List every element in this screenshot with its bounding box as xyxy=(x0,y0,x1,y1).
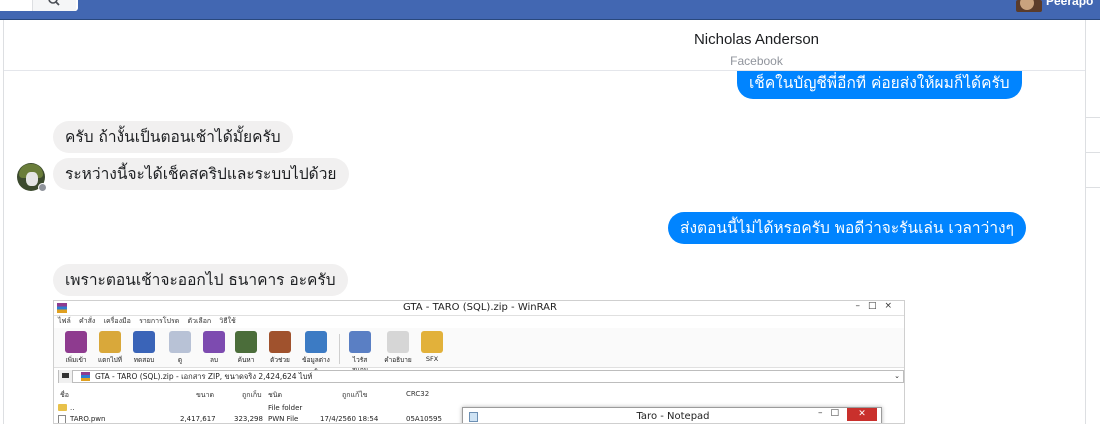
left-divider xyxy=(3,20,4,424)
file-modified: 17/4/2560 18:54 xyxy=(320,415,379,423)
menu-item: วิธีใช้ xyxy=(219,317,236,325)
toolbar-view: ดู xyxy=(166,331,194,367)
folder-icon xyxy=(58,404,67,411)
archive-path-bar: GTA - TARO (SQL).zip - เอกสาร ZIP, ขนาดจ… xyxy=(58,370,904,383)
column-header: CRC32 xyxy=(406,390,430,398)
search-button[interactable] xyxy=(32,0,76,11)
image-attachment[interactable]: GTA - TARO (SQL).zip - WinRAR –□× ไฟล์ ค… xyxy=(53,300,905,424)
column-header: ขนาด xyxy=(196,391,215,399)
contact-subtitle: Facebook xyxy=(730,54,783,68)
toolbar-label: ตัวช่วย xyxy=(270,356,290,364)
close-icon: ✕ xyxy=(847,408,877,421)
toolbar-info: ข้อมูลต่าง ๆ xyxy=(302,331,330,374)
right-panel-divider xyxy=(1086,187,1100,188)
toolbar-comment: คำอธิบาย xyxy=(384,331,412,367)
conversation-header: Nicholas Anderson Facebook xyxy=(4,20,1085,71)
menu-item: รายการโปรด xyxy=(139,317,180,325)
column-header: ถูกแก้ไข xyxy=(342,391,368,399)
chevron-down-icon: ⌄ xyxy=(894,372,900,380)
virus-scan-icon xyxy=(349,331,371,353)
window-controls: –□ xyxy=(817,408,847,418)
toolbar-label: SFX xyxy=(425,355,439,363)
up-folder-icon xyxy=(59,370,73,383)
winrar-toolbar: เพิ่มเข้า แตกไปที่ ทดสอบ ดู ลบ ค้นหา ตัว… xyxy=(54,328,904,374)
toolbar-sfx: SFX xyxy=(418,331,446,367)
right-panel-divider xyxy=(1086,152,1100,153)
notepad-window: Taro - Notepad –□ ✕ xyxy=(462,407,882,423)
toolbar-delete: ลบ xyxy=(200,331,228,367)
file-type: PWN File xyxy=(268,415,299,423)
file-packed: 323,298 xyxy=(234,415,263,423)
message-bubble-incoming[interactable]: ระหว่างนี้จะได้เช็คสคริปและระบบไปด้วย xyxy=(53,158,349,190)
right-divider xyxy=(1085,20,1086,424)
zip-icon xyxy=(81,372,90,381)
toolbar-label: ค้นหา xyxy=(237,356,255,364)
column-header: ถูกเก็บ xyxy=(242,391,262,399)
winrar-title-bar: GTA - TARO (SQL).zip - WinRAR –□× xyxy=(54,301,904,316)
avatar-face xyxy=(26,172,38,186)
column-header: ชื่อ xyxy=(60,391,69,399)
user-name-link[interactable]: Peerapo xyxy=(1046,0,1093,8)
message-bubble-incoming[interactable]: ครับ ถ้างั้นเป็นตอนเช้าได้มั้ยครับ xyxy=(53,121,293,153)
add-icon xyxy=(65,331,87,353)
user-avatar[interactable] xyxy=(1016,0,1042,12)
archive-path: GTA - TARO (SQL).zip - เอกสาร ZIP, ขนาดจ… xyxy=(95,372,313,381)
find-icon xyxy=(235,331,257,353)
toolbar-test: ทดสอบ xyxy=(130,331,158,367)
toolbar-wizard: ตัวช่วย xyxy=(266,331,294,367)
message-bubble-outgoing[interactable]: เช็คในบัญชีพี่อีกที ค่อยส่งให้ผมก็ได้ครั… xyxy=(737,71,1022,99)
column-header: ชนิด xyxy=(268,391,283,399)
view-icon xyxy=(169,331,191,353)
menu-item: เครื่องมือ xyxy=(103,317,131,325)
toolbar-label: ลบ xyxy=(209,356,219,364)
extract-icon xyxy=(99,331,121,353)
file-list-header: ชื่อ ขนาด ถูกเก็บ ชนิด ถูกแก้ไข CRC32 xyxy=(54,390,904,402)
file-type: File folder xyxy=(268,404,303,412)
contact-name[interactable]: Nicholas Anderson xyxy=(4,31,1100,48)
toolbar-add: เพิ่มเข้า xyxy=(62,331,90,367)
info-icon xyxy=(305,331,327,353)
menu-item: คำสั่ง xyxy=(79,317,96,325)
right-panel-divider xyxy=(1086,117,1100,118)
table-row: TARO.pwn 2,417,617 323,298 PWN File 17/4… xyxy=(54,415,454,423)
file-crc: 05A10595 xyxy=(406,415,442,423)
file-icon xyxy=(58,415,66,423)
facebook-top-bar: Peerapo xyxy=(0,0,1100,20)
menu-item: ตัวเลือก xyxy=(187,317,212,325)
sfx-icon xyxy=(421,331,443,353)
message-bubble-outgoing[interactable]: ส่งตอนนี้ไม่ได้หรอครับ พอดีว่าจะรันเล่น … xyxy=(668,212,1026,244)
window-controls: –□× xyxy=(855,301,900,311)
search-icon xyxy=(48,0,60,6)
toolbar-find: ค้นหา xyxy=(232,331,260,367)
message-bubble-incoming[interactable]: เพราะตอนเช้าจะออกไป ธนาคาร อะครับ xyxy=(53,264,348,296)
file-name: TARO.pwn xyxy=(70,415,106,423)
file-name: .. xyxy=(70,404,75,412)
messenger-badge-icon xyxy=(38,183,47,192)
toolbar-label: เพิ่มเข้า xyxy=(65,356,87,364)
toolbar-label: ทดสอบ xyxy=(133,356,155,364)
winrar-window-title: GTA - TARO (SQL).zip - WinRAR xyxy=(403,302,557,313)
menu-item: ไฟล์ xyxy=(58,317,71,325)
file-size: 2,417,617 xyxy=(180,415,216,423)
toolbar-label: คำอธิบาย xyxy=(384,356,412,364)
toolbar-label: ดู xyxy=(177,356,183,364)
winrar-menu-bar: ไฟล์ คำสั่ง เครื่องมือ รายการโปรด ตัวเลื… xyxy=(54,316,904,328)
table-row: .. File folder xyxy=(54,404,454,415)
test-icon xyxy=(133,331,155,353)
toolbar-virus-scan: ไวรัสสแกน xyxy=(346,331,374,374)
toolbar-extract: แตกไปที่ xyxy=(96,331,124,367)
wizard-icon xyxy=(269,331,291,353)
toolbar-label: แตกไปที่ xyxy=(97,356,123,364)
comment-icon xyxy=(387,331,409,353)
delete-icon xyxy=(203,331,225,353)
toolbar-separator xyxy=(339,334,340,364)
